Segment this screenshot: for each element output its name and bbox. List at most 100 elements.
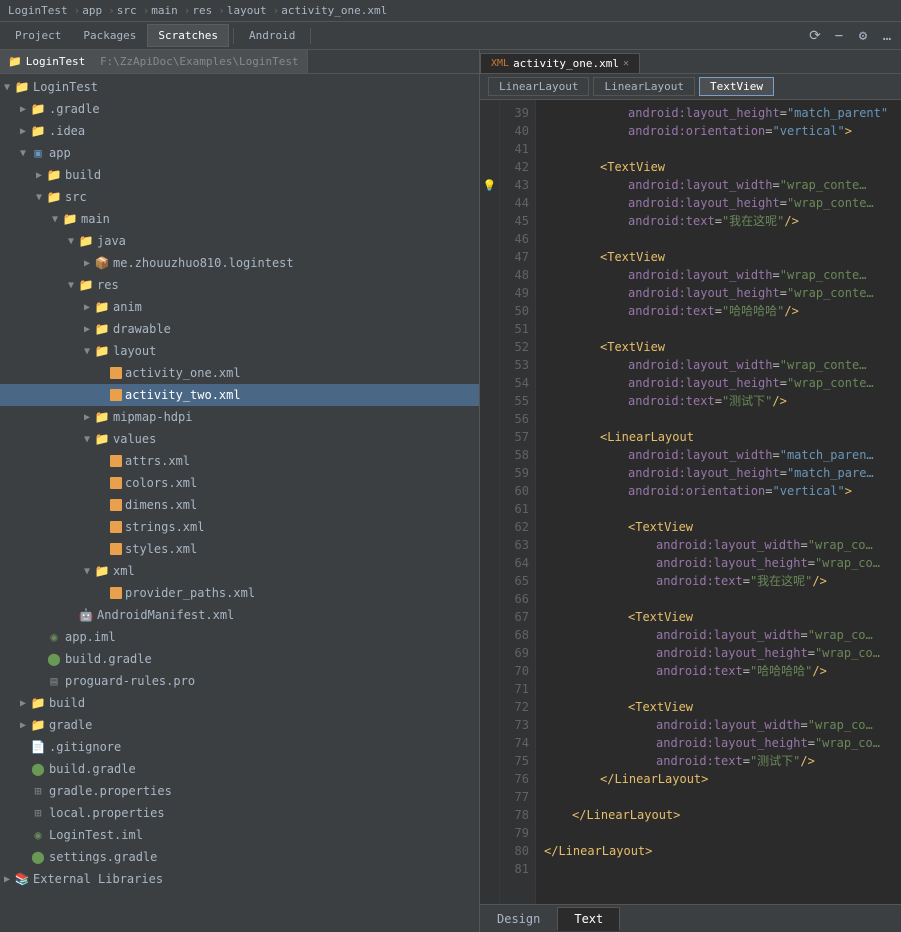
sep2: ›	[108, 4, 115, 17]
tree-item-local.properties[interactable]: ⊞local.properties	[0, 802, 479, 824]
tree-item-build1[interactable]: ▶📁build	[0, 164, 479, 186]
code-line-57: <LinearLayout	[544, 428, 893, 446]
tree-item-java[interactable]: ▼📁java	[0, 230, 479, 252]
breadcrumb-layout[interactable]: layout	[227, 4, 267, 17]
tree-item-provider_paths.xml[interactable]: provider_paths.xml	[0, 582, 479, 604]
code-token: =	[743, 752, 750, 770]
code-token: <TextView	[628, 698, 693, 716]
line-number-79: 79	[500, 824, 535, 842]
tree-item-strings.xml[interactable]: strings.xml	[0, 516, 479, 538]
breadcrumb-src[interactable]: src	[117, 4, 137, 17]
editor-tab-close-icon[interactable]: ✕	[623, 58, 629, 69]
code-token: >	[845, 122, 852, 140]
tab-packages[interactable]: Packages	[72, 24, 147, 47]
more-icon[interactable]: …	[877, 26, 897, 46]
code-token: =	[808, 734, 815, 752]
line-number-42: 42	[500, 158, 535, 176]
tab-text[interactable]: Text	[557, 907, 620, 931]
tree-label-app: app	[49, 146, 71, 160]
tree-item-values[interactable]: ▼📁values	[0, 428, 479, 450]
line-number-56: 56	[500, 410, 535, 428]
code-line-78: </LinearLayout>	[544, 806, 893, 824]
code-editor[interactable]: 💡 39404142434445464748495051525354555657…	[480, 100, 901, 904]
xml-file-icon	[110, 587, 122, 599]
line-number-40: 40	[500, 122, 535, 140]
line-number-71: 71	[500, 680, 535, 698]
gutter-row-78	[480, 806, 499, 824]
tree-label-gradle-root: gradle	[49, 718, 92, 732]
tree-item-src[interactable]: ▼📁src	[0, 186, 479, 208]
tab-design[interactable]: Design	[480, 907, 557, 931]
tree-item-gradle[interactable]: ▶📁.gradle	[0, 98, 479, 120]
tree-label-main: main	[81, 212, 110, 226]
tree-item-mipmap-hdpi[interactable]: ▶📁mipmap-hdpi	[0, 406, 479, 428]
tree-item-build.gradle-app[interactable]: ⬤build.gradle	[0, 648, 479, 670]
editor-tab-activity-one[interactable]: XML activity_one.xml ✕	[480, 53, 640, 73]
tree-item-external-libraries[interactable]: ▶📚External Libraries	[0, 868, 479, 890]
tree-item-xml-folder[interactable]: ▼📁xml	[0, 560, 479, 582]
layout-tab-2[interactable]: TextView	[699, 77, 774, 96]
code-token: =	[773, 176, 780, 194]
tree-item-res[interactable]: ▼📁res	[0, 274, 479, 296]
tree-item-settings.gradle[interactable]: ⬤settings.gradle	[0, 846, 479, 868]
code-line-51	[544, 320, 893, 338]
tree-item-attrs.xml[interactable]: attrs.xml	[0, 450, 479, 472]
breadcrumb-main[interactable]: main	[151, 4, 178, 17]
tree-item-build.gradle-root[interactable]: ⬤build.gradle	[0, 758, 479, 780]
tab-android[interactable]: Android	[238, 24, 306, 47]
line-number-78: 78	[500, 806, 535, 824]
tree-item-app[interactable]: ▼▣app	[0, 142, 479, 164]
sync-icon[interactable]: ⟳	[805, 26, 825, 46]
tree-arrow-layout: ▼	[80, 346, 94, 357]
tree-item-me.zhou[interactable]: ▶📦me.zhouuzhuo810.logintest	[0, 252, 479, 274]
tree-item-proguard-rules.pro[interactable]: ▤proguard-rules.pro	[0, 670, 479, 692]
tree-item-anim[interactable]: ▶📁anim	[0, 296, 479, 318]
breadcrumb-app[interactable]: app	[82, 4, 102, 17]
code-token: <TextView	[600, 338, 665, 356]
tree-item-styles.xml[interactable]: styles.xml	[0, 538, 479, 560]
tree-item-main[interactable]: ▼📁main	[0, 208, 479, 230]
gutter-row-51	[480, 320, 499, 338]
layout-tab-1[interactable]: LinearLayout	[593, 77, 694, 96]
tree-item-activity_two.xml[interactable]: activity_two.xml	[0, 384, 479, 406]
iml-file-icon: ◉	[30, 827, 46, 843]
code-content[interactable]: android:layout_height="match_parent"andr…	[536, 100, 901, 904]
gutter-row-76	[480, 770, 499, 788]
code-line-39: android:layout_height="match_parent"	[544, 104, 893, 122]
tab-scratches[interactable]: Scratches	[147, 24, 229, 47]
tree-item-dimens.xml[interactable]: dimens.xml	[0, 494, 479, 516]
layout-tab-0[interactable]: LinearLayout	[488, 77, 589, 96]
code-token: android:layout_height	[628, 284, 780, 302]
line-number-41: 41	[500, 140, 535, 158]
code-line-62: <TextView	[544, 518, 893, 536]
tree-item-activity_one.xml[interactable]: activity_one.xml	[0, 362, 479, 384]
tree-item-logintest-root[interactable]: ▼📁LoginTest	[0, 76, 479, 98]
line-number-50: 50	[500, 302, 535, 320]
breadcrumb-logintest[interactable]: LoginTest	[8, 4, 68, 17]
tree-item-AndroidManifest.xml[interactable]: 🤖AndroidManifest.xml	[0, 604, 479, 626]
lightbulb-icon[interactable]: 💡	[483, 179, 497, 192]
tree-item-.gitignore[interactable]: 📄.gitignore	[0, 736, 479, 758]
tab-project[interactable]: Project	[4, 24, 72, 47]
code-token: />	[772, 392, 786, 410]
tree-item-LoginTest.iml[interactable]: ◉LoginTest.iml	[0, 824, 479, 846]
tree-item-layout[interactable]: ▼📁layout	[0, 340, 479, 362]
breadcrumb-file[interactable]: activity_one.xml	[281, 4, 387, 17]
settings-icon[interactable]: ⚙	[853, 26, 873, 46]
tree-item-build-root[interactable]: ▶📁build	[0, 692, 479, 714]
gutter-row-70	[480, 662, 499, 680]
tree-item-colors.xml[interactable]: colors.xml	[0, 472, 479, 494]
breadcrumb-res[interactable]: res	[192, 4, 212, 17]
tree-item-app.iml[interactable]: ◉app.iml	[0, 626, 479, 648]
code-token: android:layout_height	[656, 644, 808, 662]
tree-item-gradle-root[interactable]: ▶📁gradle	[0, 714, 479, 736]
tree-item-gradle.properties[interactable]: ⊞gradle.properties	[0, 780, 479, 802]
tree-item-idea[interactable]: ▶📁.idea	[0, 120, 479, 142]
gutter-row-79	[480, 824, 499, 842]
collapse-icon[interactable]: −	[829, 26, 849, 46]
tree-item-drawable[interactable]: ▶📁drawable	[0, 318, 479, 340]
project-title[interactable]: 📁 LoginTest F:\ZzApiDoc\Examples\LoginTe…	[0, 50, 308, 73]
code-line-69: android:layout_height="wrap_co…	[544, 644, 893, 662]
tree-arrow-external-libraries: ▶	[0, 874, 14, 885]
code-token: android:layout_height	[628, 464, 780, 482]
